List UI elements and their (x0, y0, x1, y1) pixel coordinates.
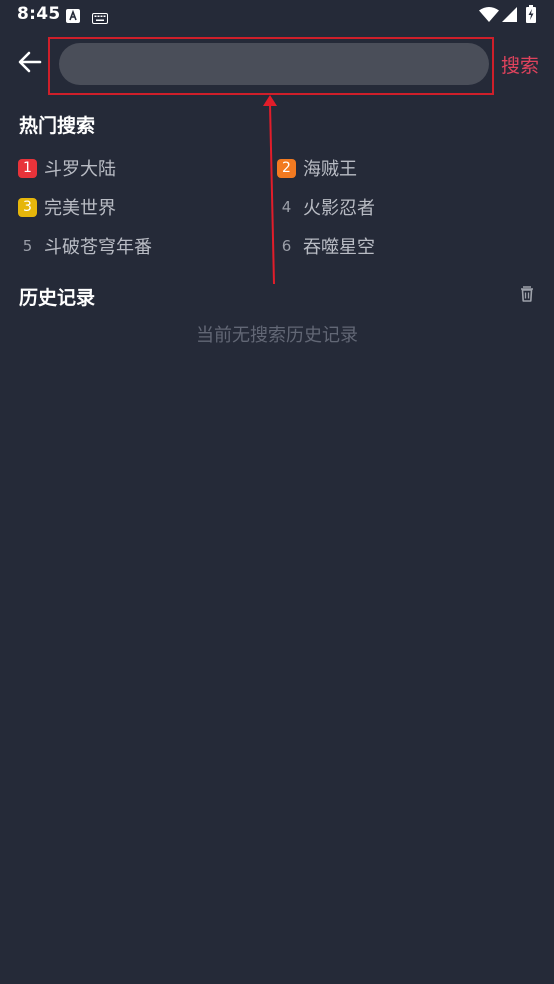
wifi-icon (479, 7, 499, 26)
search-submit-button[interactable]: 搜索 (501, 51, 539, 78)
hot-search-label: 完美世界 (44, 198, 116, 219)
a-notification-icon (66, 8, 80, 27)
rank-badge: 3 (18, 197, 37, 217)
hot-search-label: 吞噬星空 (303, 237, 375, 258)
rank-number: 4 (281, 197, 292, 216)
hot-search-label: 火影忍者 (303, 198, 375, 219)
signal-icon (502, 7, 517, 26)
history-title: 历史记录 (19, 287, 96, 309)
hot-search-title: 热门搜索 (19, 115, 96, 137)
clear-history-button[interactable] (516, 283, 538, 305)
search-input[interactable] (59, 43, 489, 85)
hot-search-label: 斗罗大陆 (44, 159, 116, 180)
hot-search-item[interactable]: 6 吞噬星空 (277, 231, 375, 261)
rank-number: 5 (22, 236, 33, 255)
rank-number: 6 (281, 236, 292, 255)
hot-search-label: 海贼王 (303, 159, 357, 180)
arrow-left-icon (18, 51, 42, 77)
history-empty-message: 当前无搜索历史记录 (196, 325, 358, 346)
status-bar: 8:45 (0, 0, 554, 32)
trash-icon (516, 286, 538, 309)
search-header: 搜索 (0, 36, 554, 96)
rank-badge: 1 (18, 158, 37, 178)
back-button[interactable] (12, 46, 48, 82)
hot-search-item[interactable]: 1 斗罗大陆 (18, 153, 116, 183)
hot-search-item[interactable]: 5 斗破苍穹年番 (18, 231, 152, 261)
hot-search-item[interactable]: 3 完美世界 (18, 192, 116, 222)
keyboard-icon (92, 9, 108, 28)
rank-badge: 2 (277, 158, 296, 178)
hot-search-item[interactable]: 2 海贼王 (277, 153, 357, 183)
hot-search-item[interactable]: 4 火影忍者 (277, 192, 375, 222)
hot-search-label: 斗破苍穹年番 (44, 237, 152, 258)
status-time: 8:45 (17, 4, 61, 24)
battery-charging-icon (526, 5, 536, 27)
